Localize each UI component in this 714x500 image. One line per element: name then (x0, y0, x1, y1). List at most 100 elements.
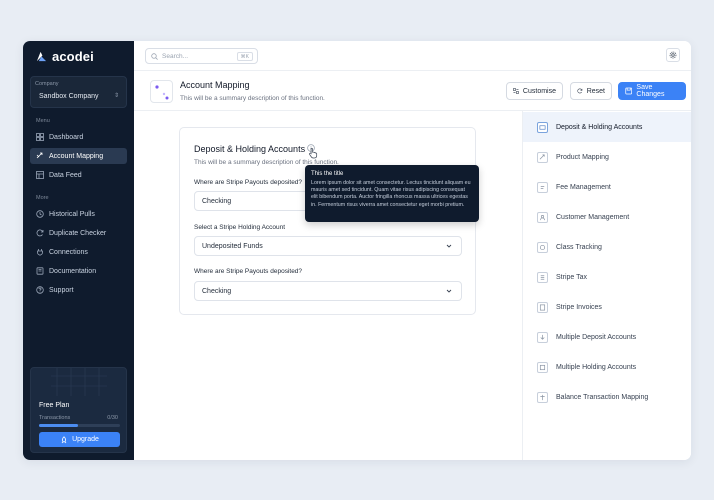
reset-label: Reset (586, 87, 605, 95)
section-deposit-holding-accounts[interactable]: Deposit & Holding Accounts (523, 112, 691, 142)
reset-icon (577, 88, 583, 94)
sidebar-item-connections[interactable]: Connections (30, 244, 127, 260)
page-description: This will be a summary description of th… (180, 95, 325, 102)
stack-icon (537, 361, 548, 373)
sidebar-item-label: Account Mapping (49, 152, 104, 160)
chevron-updown-icon: ⇕ (113, 93, 119, 99)
section-customer-management[interactable]: Customer Management (523, 202, 691, 232)
upgrade-label: Upgrade (72, 436, 99, 443)
section-multiple-deposit-accounts[interactable]: Multiple Deposit Accounts (523, 322, 691, 352)
sidebar-item-documentation[interactable]: Documentation (30, 263, 127, 279)
section-nav-panel: Deposit & Holding Accounts Product Mappi… (522, 111, 691, 460)
bank-icon (537, 121, 548, 133)
search-placeholder: Search... (162, 52, 189, 60)
sidebar-item-label: Data Feed (49, 171, 82, 179)
book-icon (36, 267, 44, 275)
section-label: Class Tracking (556, 243, 602, 251)
search-icon (151, 52, 158, 60)
section-label: Stripe Tax (556, 273, 587, 281)
receipt-icon (537, 181, 548, 193)
field-label-payouts-deposited: Where are Stripe Payouts deposited? (194, 179, 303, 186)
transactions-value: 0/30 (107, 415, 118, 421)
customise-label: Customise (522, 87, 556, 95)
grid-icon (36, 133, 44, 141)
topbar: Search... ⌘K (134, 41, 691, 71)
save-changes-button[interactable]: Save Changes (618, 82, 686, 100)
save-icon (625, 87, 633, 95)
help-icon (36, 286, 44, 294)
select-value: Checking (202, 197, 232, 205)
section-label: Customer Management (556, 213, 630, 221)
customise-button[interactable]: Customise (506, 82, 563, 100)
company-value: Sandbox Company (39, 93, 99, 100)
deposit-icon (537, 331, 548, 343)
section-multiple-holding-accounts[interactable]: Multiple Holding Accounts (523, 352, 691, 382)
tooltip-body: Lorem ipsum dolor sit amet consectetur. … (311, 180, 471, 208)
reset-button[interactable]: Reset (570, 82, 612, 100)
search-input[interactable]: Search... ⌘K (145, 48, 258, 64)
section-stripe-invoices[interactable]: Stripe Invoices (523, 292, 691, 322)
holding-account-select[interactable]: Undeposited Funds (194, 236, 462, 256)
hand-cursor-icon (309, 147, 318, 159)
transactions-progress-bar (39, 424, 120, 427)
section-fee-management[interactable]: Fee Management (523, 172, 691, 202)
section-label: Stripe Invoices (556, 303, 602, 311)
plan-card: Free Plan Transactions 0/30 Upgrade (30, 367, 127, 453)
menu-section-label: Menu (36, 118, 50, 124)
plan-card-pattern (51, 368, 107, 396)
brand-logo[interactable]: acodei (36, 49, 94, 64)
field-label-holding-account: Select a Stripe Holding Account (194, 224, 286, 231)
sidebar-item-duplicate-checker[interactable]: Duplicate Checker (30, 225, 127, 241)
more-section-label: More (36, 195, 49, 201)
gear-icon (669, 51, 677, 59)
info-tooltip: This the title Lorem ipsum dolor sit ame… (305, 165, 479, 222)
section-label: Multiple Holding Accounts (556, 363, 637, 371)
plug-icon (37, 249, 43, 256)
upgrade-button[interactable]: Upgrade (39, 432, 120, 447)
tax-icon (537, 271, 548, 283)
sidebar-item-label: Connections (49, 248, 88, 256)
mapping-icon (36, 152, 43, 159)
settings-button[interactable] (666, 48, 680, 62)
sidebar-item-data-feed[interactable]: Data Feed (30, 167, 127, 183)
dots-icon (155, 85, 169, 100)
section-class-tracking[interactable]: Class Tracking (523, 232, 691, 262)
app-window: acodei Company Sandbox Company ⇕ Menu Da… (23, 41, 691, 460)
chevron-down-icon (446, 289, 452, 293)
mapping-icon (537, 151, 548, 163)
select-value: Checking (202, 287, 232, 295)
invoice-icon (537, 301, 548, 313)
page-header: Account Mapping This will be a summary d… (134, 71, 691, 111)
sidebar-item-support[interactable]: Support (30, 282, 127, 298)
card-title: Deposit & Holding Accounts (194, 144, 306, 154)
brand-name: acodei (52, 49, 94, 64)
section-label: Product Mapping (556, 153, 609, 161)
field-label-payouts-deposited-2: Where are Stripe Payouts deposited? (194, 268, 303, 275)
sliders-icon (513, 88, 519, 94)
transactions-label: Transactions (39, 415, 71, 421)
section-stripe-tax[interactable]: Stripe Tax (523, 262, 691, 292)
chevron-down-icon (446, 244, 452, 248)
table-icon (36, 171, 44, 179)
section-product-mapping[interactable]: Product Mapping (523, 142, 691, 172)
page-title: Account Mapping (180, 80, 250, 90)
sidebar: acodei Company Sandbox Company ⇕ Menu Da… (23, 41, 134, 460)
balance-icon (537, 391, 548, 403)
section-label: Balance Transaction Mapping (556, 393, 649, 401)
function-icon (150, 80, 173, 103)
plan-title: Free Plan (39, 402, 70, 409)
payouts-deposited-select-2[interactable]: Checking (194, 281, 462, 301)
sidebar-item-historical-pulls[interactable]: Historical Pulls (30, 206, 127, 222)
sidebar-item-account-mapping[interactable]: Account Mapping (30, 148, 127, 164)
company-selector[interactable]: Company Sandbox Company ⇕ (30, 76, 127, 108)
rocket-icon (61, 435, 67, 443)
main-content: Deposit & Holding Accounts This will be … (134, 111, 522, 460)
search-shortcut: ⌘K (236, 52, 253, 61)
sidebar-item-dashboard[interactable]: Dashboard (30, 129, 127, 145)
section-balance-transaction-mapping[interactable]: Balance Transaction Mapping (523, 382, 691, 412)
save-changes-label: Save Changes (636, 84, 665, 98)
sidebar-item-label: Duplicate Checker (49, 229, 107, 237)
company-label: Company (35, 81, 59, 87)
target-icon (537, 241, 548, 253)
sidebar-item-label: Documentation (49, 267, 97, 275)
